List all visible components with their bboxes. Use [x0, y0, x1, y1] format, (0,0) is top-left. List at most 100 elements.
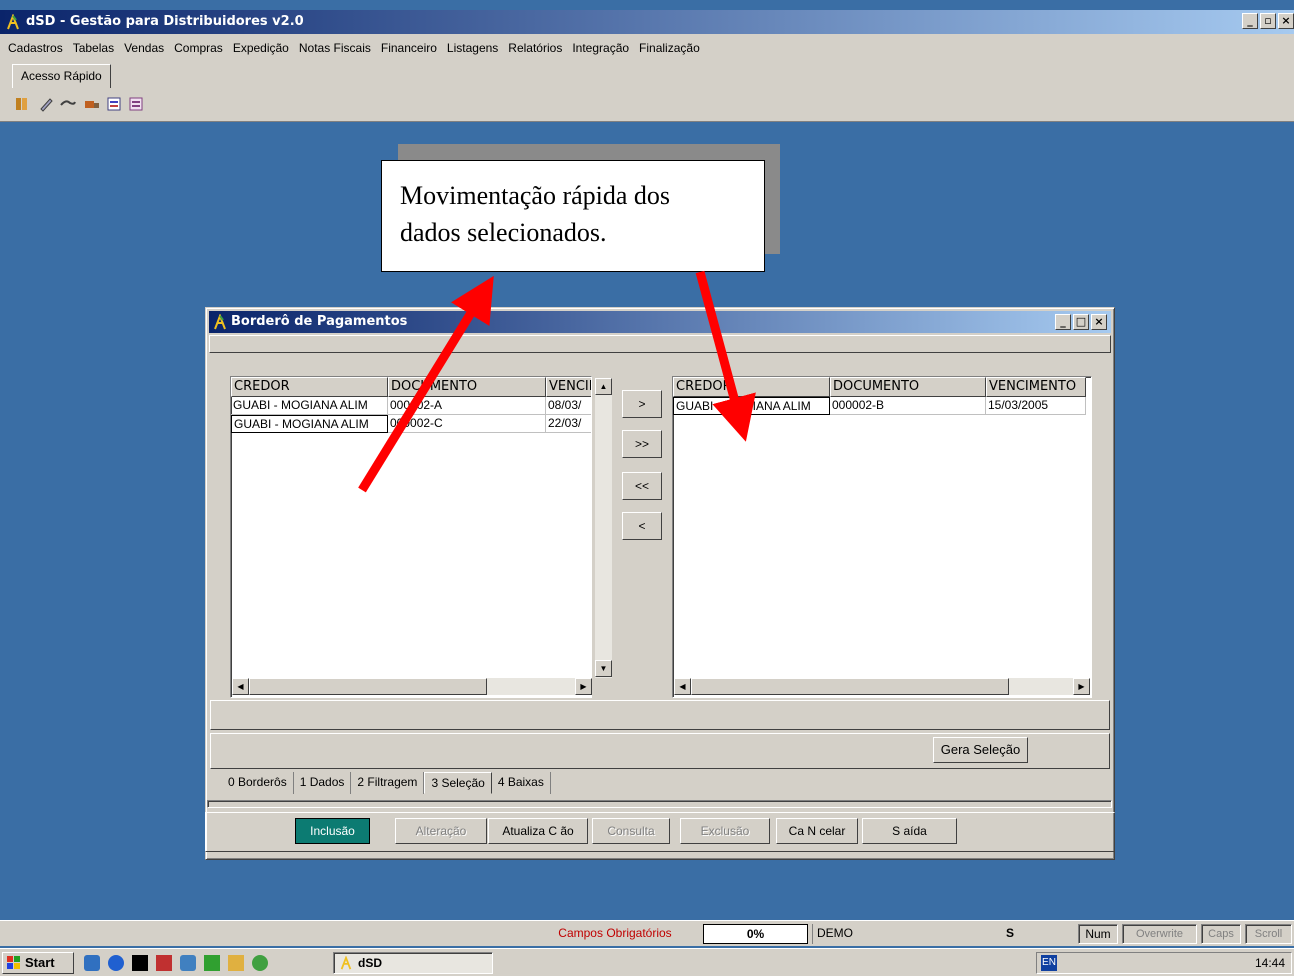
left-hscroll-thumb[interactable] — [249, 678, 487, 695]
left-row1-vencimento[interactable]: 08/03/ — [546, 397, 591, 415]
start-label: Start — [25, 955, 55, 970]
right-row1-documento[interactable]: 000002-B — [830, 397, 986, 415]
pen-icon[interactable] — [38, 96, 54, 112]
language-indicator[interactable]: EN — [1041, 955, 1057, 971]
restore-button[interactable]: ▫ — [1260, 13, 1276, 29]
truck-icon[interactable] — [84, 96, 100, 112]
left-col-vencimento[interactable]: VENCIMENTO — [546, 377, 591, 397]
menu-tabelas[interactable]: Tabelas — [73, 41, 114, 55]
book-icon[interactable] — [14, 96, 30, 112]
left-col-credor[interactable]: CREDOR — [231, 377, 388, 397]
tab-baixas[interactable]: 4 Baixas — [492, 772, 551, 794]
status-overwrite: Overwrite — [1122, 924, 1197, 944]
clock[interactable]: 14:44 — [1255, 955, 1285, 971]
dialog-minimize-button[interactable]: _ — [1055, 314, 1071, 330]
left-col-documento[interactable]: DOCUMENTO — [388, 377, 546, 397]
dialog-maximize-button[interactable]: □ — [1073, 314, 1089, 330]
windows-logo-icon — [7, 956, 20, 969]
scroll-down-arrow-icon[interactable]: ▼ — [595, 660, 612, 677]
move-selected-right-button[interactable]: > — [622, 390, 662, 418]
dialog-close-button[interactable]: × — [1091, 314, 1107, 330]
left-vscroll[interactable]: ▲ ▼ — [595, 378, 612, 678]
taskbar-task-dsd[interactable]: dSD — [333, 952, 493, 974]
callout-text-line2: dados selecionados. — [400, 218, 607, 247]
app-icon[interactable] — [156, 955, 172, 971]
status-bar: Campos Obrigatórios 0% DEMO S Num Overwr… — [0, 920, 1294, 946]
alteracao-button[interactable]: Alteração — [395, 818, 487, 844]
handshake-icon[interactable] — [60, 96, 76, 112]
right-col-vencimento[interactable]: VENCIMENTO — [986, 377, 1086, 397]
menu-expedicao[interactable]: Expedição — [233, 41, 289, 55]
start-button[interactable]: Start — [2, 952, 74, 974]
menu-vendas[interactable]: Vendas — [124, 41, 164, 55]
right-grid[interactable]: CREDOR DOCUMENTO VENCIMENTO GUABI - MOGI… — [672, 376, 1092, 698]
left-grid[interactable]: CREDOR DOCUMENTO VENCIMENTO GUABI - MOGI… — [230, 376, 592, 698]
app-logo-icon — [7, 14, 19, 30]
left-hscroll[interactable]: ◀ ▶ — [232, 678, 592, 695]
ie-icon[interactable] — [108, 955, 124, 971]
scroll-left-arrow-icon[interactable]: ◀ — [232, 678, 249, 695]
quick-launch-icon[interactable] — [84, 955, 100, 971]
consulta-button[interactable]: Consulta — [592, 818, 670, 844]
bordero-title-bar[interactable]: Borderô de Pagamentos _ □ × — [209, 311, 1111, 333]
status-s: S — [1005, 926, 1014, 940]
status-scroll: Scroll — [1245, 924, 1292, 944]
tab-selecao[interactable]: 3 Seleção — [424, 772, 492, 794]
right-row1-credor[interactable]: GUABI - MOGIANA ALIM — [673, 397, 830, 415]
menu-financeiro[interactable]: Financeiro — [381, 41, 437, 55]
quick-access-strip: Acesso Rápido — [0, 62, 1294, 90]
menu-notas-fiscais[interactable]: Notas Fiscais — [299, 41, 371, 55]
scroll-right-arrow-icon[interactable]: ▶ — [575, 678, 592, 695]
right-row1-vencimento[interactable]: 15/03/2005 — [986, 397, 1086, 415]
dialog-top-panel — [209, 335, 1111, 353]
inclusao-button[interactable]: Inclusão — [295, 818, 370, 844]
cancelar-button[interactable]: Ca N celar — [776, 818, 858, 844]
close-button[interactable]: × — [1278, 13, 1294, 29]
left-row1-credor[interactable]: GUABI - MOGIANA ALIM — [231, 397, 388, 415]
gera-selecao-button[interactable]: Gera Seleção — [933, 737, 1028, 763]
exclusao-button[interactable]: Exclusão — [680, 818, 770, 844]
app-icon[interactable] — [180, 955, 196, 971]
saida-button[interactable]: S aída — [862, 818, 957, 844]
move-all-left-button[interactable]: << — [622, 472, 662, 500]
app-icon[interactable] — [252, 955, 268, 971]
tab-filtragem[interactable]: 2 Filtragem — [351, 772, 425, 794]
report-icon[interactable] — [106, 96, 122, 112]
app-title-bar[interactable]: dSD - Gestão para Distribuidores v2.0 _ … — [0, 10, 1294, 34]
move-all-right-button[interactable]: >> — [622, 430, 662, 458]
scroll-right-arrow-icon[interactable]: ▶ — [1073, 678, 1090, 695]
menu-listagens[interactable]: Listagens — [447, 41, 498, 55]
right-col-credor[interactable]: CREDOR — [673, 377, 830, 397]
tab-dados[interactable]: 1 Dados — [294, 772, 352, 794]
status-required-fields: Campos Obrigatórios — [558, 926, 672, 940]
document-icon[interactable] — [128, 96, 144, 112]
atualiza-button[interactable]: Atualiza C ão — [488, 818, 588, 844]
left-row2-vencimento[interactable]: 22/03/ — [546, 415, 591, 433]
menu-integracao[interactable]: Integração — [572, 41, 629, 55]
folder-icon[interactable] — [228, 955, 244, 971]
minimize-button[interactable]: _ — [1242, 13, 1258, 29]
task-label: dSD — [358, 956, 382, 970]
scroll-up-arrow-icon[interactable]: ▲ — [595, 378, 612, 395]
menu-compras[interactable]: Compras — [174, 41, 223, 55]
menu-relatorios[interactable]: Relatórios — [508, 41, 562, 55]
move-selected-left-button[interactable]: < — [622, 512, 662, 540]
status-progress: 0% — [703, 924, 808, 944]
right-hscroll-thumb[interactable] — [691, 678, 1009, 695]
tab-acesso-rapido[interactable]: Acesso Rápido — [12, 64, 111, 90]
menu-cadastros[interactable]: Cadastros — [8, 41, 63, 55]
left-row2-documento[interactable]: 000002-C — [388, 415, 546, 433]
dialog-tabs: 0 Borderôs 1 Dados 2 Filtragem 3 Seleção… — [222, 772, 551, 794]
scroll-left-arrow-icon[interactable]: ◀ — [674, 678, 691, 695]
app-icon[interactable] — [204, 955, 220, 971]
menu-finalizacao[interactable]: Finalização — [639, 41, 700, 55]
status-caps: Caps — [1201, 924, 1241, 944]
left-row1-documento[interactable]: 000002-A — [388, 397, 546, 415]
left-row2-credor[interactable]: GUABI - MOGIANA ALIM — [231, 415, 388, 433]
right-hscroll[interactable]: ◀ ▶ — [674, 678, 1090, 695]
cmd-icon[interactable] — [132, 955, 148, 971]
app-logo-icon — [214, 314, 226, 330]
app-logo-icon — [340, 956, 352, 970]
right-col-documento[interactable]: DOCUMENTO — [830, 377, 986, 397]
tab-borderos[interactable]: 0 Borderôs — [222, 772, 294, 794]
